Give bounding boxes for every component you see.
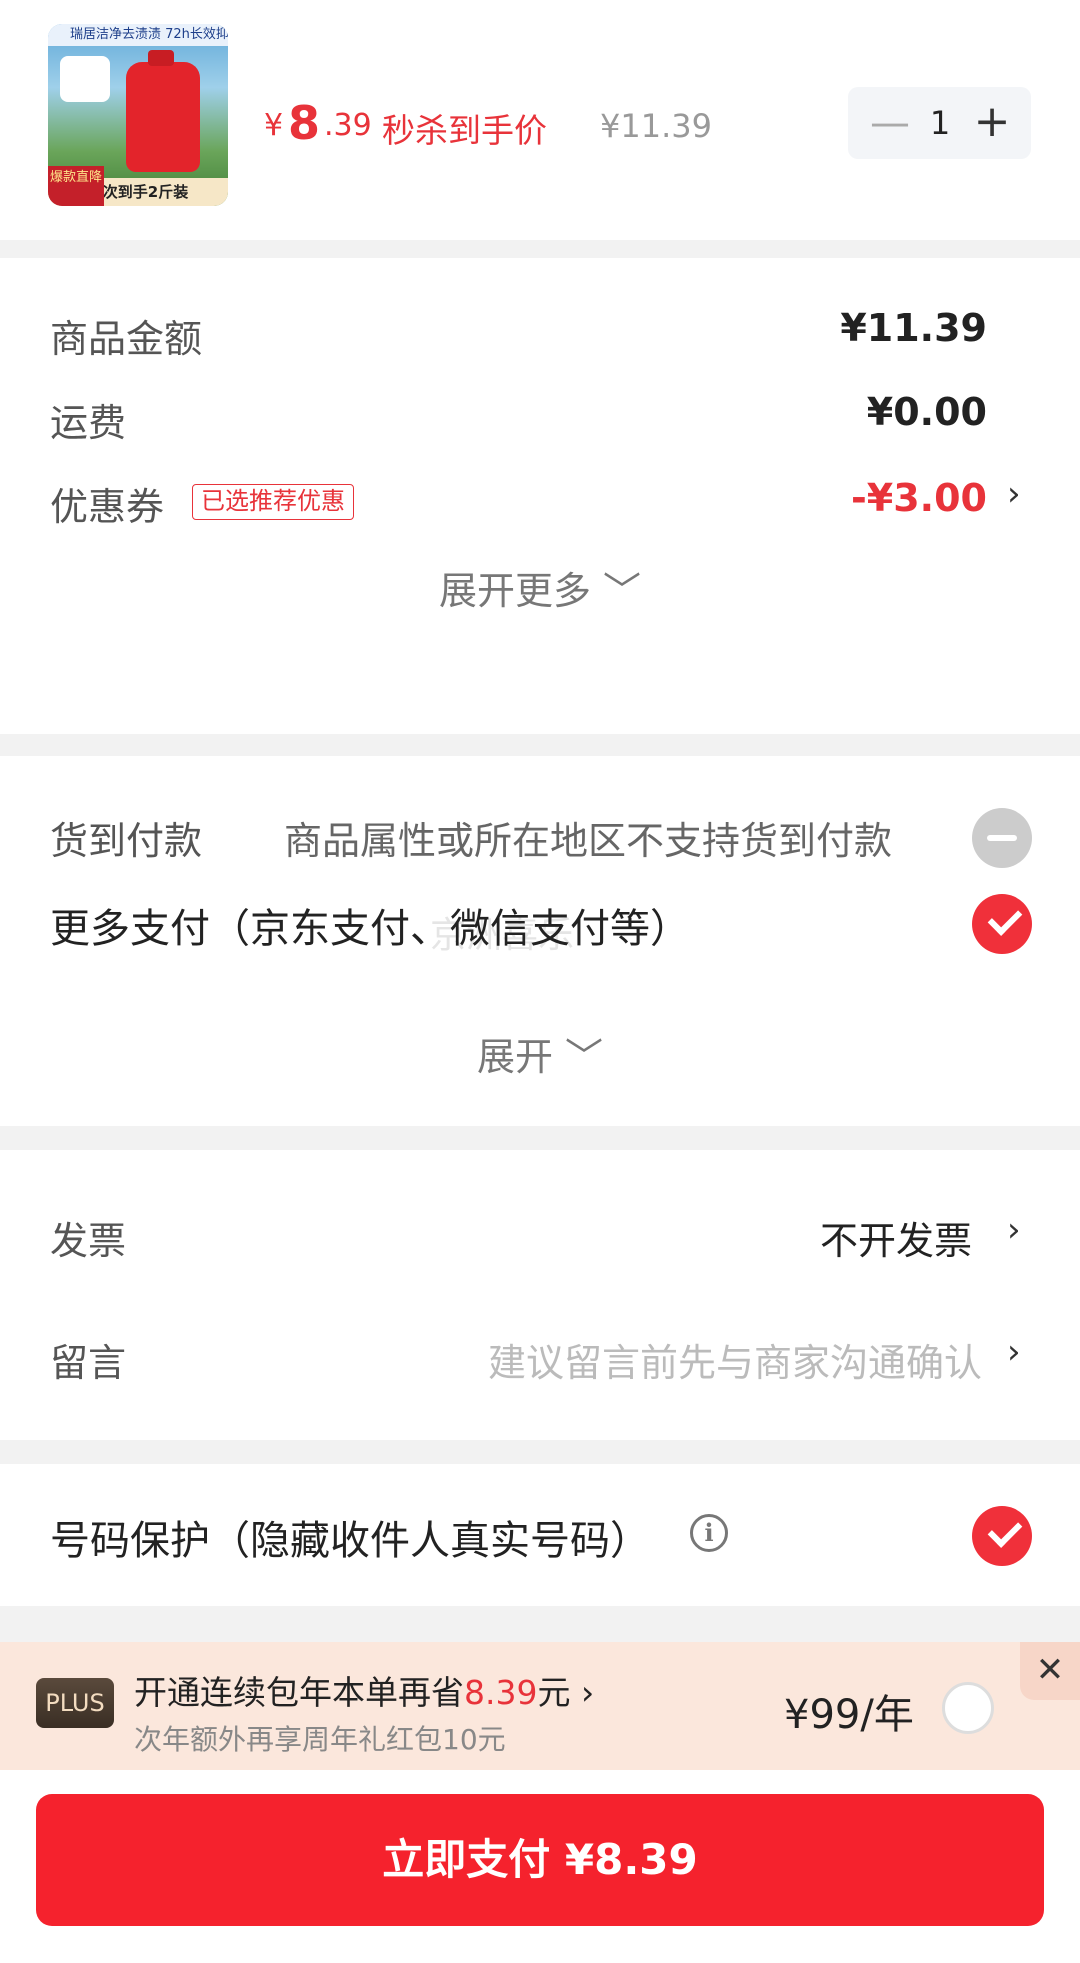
invoice-chevron-icon[interactable]: ›: [1007, 1210, 1021, 1250]
goods-amount-value: ¥11.39: [840, 306, 987, 350]
quantity-stepper: — 1 +: [848, 87, 1031, 159]
price-tag: 秒杀到手价: [382, 111, 547, 150]
message-chevron-icon[interactable]: ›: [1007, 1332, 1021, 1372]
shipping-value: ¥0.00: [866, 390, 987, 434]
payment-methods: 货到付款 商品属性或所在地区不支持货到付款 京洲喜乐 更多支付（京东支付、微信支…: [0, 756, 1080, 1126]
pay-now-amount: ¥8.39: [564, 1835, 698, 1884]
promo-select-radio[interactable]: [942, 1682, 994, 1734]
plus-promo-banner[interactable]: PLUS 开通连续包年本单再省8.39元 › 次年额外再享周年礼红包10元 ¥9…: [0, 1642, 1080, 1770]
expand-more-button[interactable]: 展开更多 ﹀: [0, 560, 1080, 615]
promo-title-suffix: 元 ›: [537, 1673, 595, 1712]
shipping-label: 运费: [50, 401, 127, 445]
pay-now-label: 立即支付: [382, 1835, 551, 1884]
invoice-message-section: 发票 不开发票 › 留言 建议留言前先与商家沟通确认 ›: [0, 1150, 1080, 1440]
promo-price: ¥99/年: [784, 1692, 914, 1738]
pay-now-button[interactable]: 立即支付 ¥8.39: [36, 1794, 1044, 1926]
bottom-bar: 立即支付 ¥8.39: [0, 1770, 1080, 1963]
info-icon[interactable]: i: [690, 1514, 728, 1552]
expand-payment-button[interactable]: 展开 ﹀: [0, 1026, 1080, 1081]
thumbnail-corner-tag: 爆款直降: [48, 166, 104, 206]
close-icon[interactable]: ✕: [1020, 1642, 1080, 1700]
coupon-discount-value[interactable]: -¥3.00: [851, 476, 987, 520]
decrease-quantity-button[interactable]: —: [868, 87, 912, 159]
cod-note: 商品属性或所在地区不支持货到付款: [284, 819, 893, 863]
detergent-bottle-image: [126, 50, 200, 172]
coupon-label[interactable]: 优惠券: [50, 476, 164, 531]
number-protection-check-icon[interactable]: [972, 1506, 1032, 1566]
thumbnail-banner: 瑞居洁净去渍渍 72h长效抑菌: [48, 24, 228, 46]
cod-label: 货到付款: [50, 819, 203, 863]
promo-title[interactable]: 开通连续包年本单再省8.39元 ›: [134, 1666, 594, 1714]
product-card: 瑞居洁净去渍渍 72h长效抑菌 一次到手2斤装 爆款直降 ¥ 8 .39 秒杀到…: [0, 0, 1080, 240]
promo-title-amount: 8.39: [464, 1673, 538, 1712]
number-protection-label: 号码保护（隐藏收件人真实号码）: [50, 1518, 650, 1564]
message-placeholder[interactable]: 建议留言前先与商家沟通确认: [488, 1332, 982, 1387]
coupon-chevron-icon[interactable]: ›: [1007, 474, 1021, 514]
goods-amount-label: 商品金额: [50, 317, 203, 361]
thumbnail-feature-badges: [60, 56, 110, 102]
price-decimal: .39: [324, 108, 372, 143]
increase-quantity-button[interactable]: +: [970, 87, 1014, 159]
promo-title-prefix: 开通连续包年本单再省: [134, 1673, 464, 1712]
amount-summary: 商品金额 ¥11.39 运费 ¥0.00 优惠券 已选推荐优惠 -¥3.00 ›…: [0, 258, 1080, 734]
promo-subtitle: 次年额外再享周年礼红包10元: [134, 1723, 506, 1756]
number-protection-row: 号码保护（隐藏收件人真实号码） i: [0, 1464, 1080, 1606]
cod-disabled-icon: [972, 808, 1032, 868]
price-currency: ¥: [264, 108, 284, 143]
price-integer: 8: [288, 96, 321, 150]
quantity-value[interactable]: 1: [918, 87, 962, 159]
more-payment-selected-check-icon[interactable]: [972, 894, 1032, 954]
more-payment-label[interactable]: 更多支付（京东支付、微信支付等）: [50, 896, 690, 954]
invoice-label[interactable]: 发票: [50, 1210, 126, 1265]
coupon-recommended-badge: 已选推荐优惠: [192, 484, 354, 520]
product-thumbnail[interactable]: 瑞居洁净去渍渍 72h长效抑菌 一次到手2斤装 爆款直降: [48, 24, 228, 206]
invoice-value[interactable]: 不开发票: [820, 1210, 972, 1265]
message-label[interactable]: 留言: [50, 1332, 126, 1387]
plus-badge: PLUS: [36, 1678, 114, 1728]
original-price: ¥11.39: [600, 107, 712, 145]
